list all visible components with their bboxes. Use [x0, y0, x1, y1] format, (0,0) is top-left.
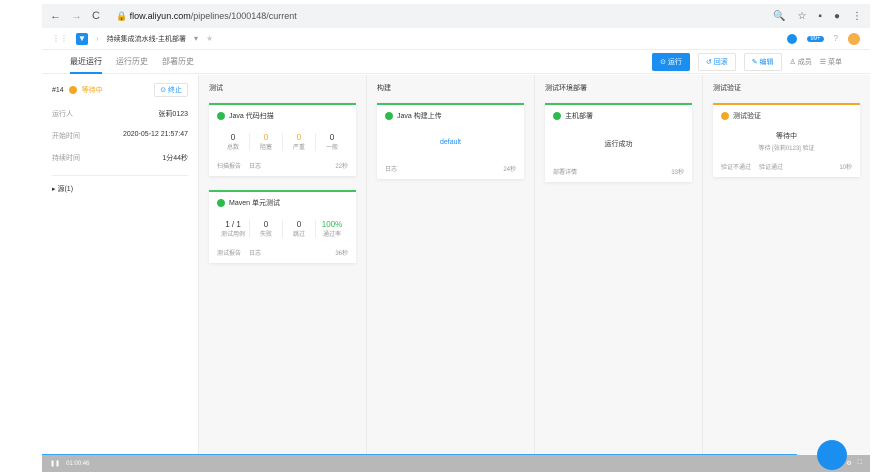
pause-icon[interactable]: ❚❚	[50, 460, 60, 467]
app-frame: ← → C 🔒 flow.aliyun.com/pipelines/100014…	[42, 0, 870, 472]
extension-icon[interactable]: ▪	[818, 11, 822, 22]
job-card[interactable]: 主机部署 运行成功 部署详情 33秒	[545, 103, 692, 182]
pipeline-stages: 测试 Java 代码扫描 0 总数 0 阻塞 0 严重 0 一般 扫描报告 日志 22秒 M…	[198, 75, 870, 455]
address-bar[interactable]: 🔒 flow.aliyun.com/pipelines/1000148/curr…	[116, 11, 297, 22]
tab-deploy-history[interactable]: 部署历史	[162, 50, 194, 74]
duration-label: 持续时间	[52, 155, 80, 162]
start-label: 开始时间	[52, 133, 80, 140]
profile-icon[interactable]: ●	[834, 11, 840, 22]
forward-icon[interactable]: →	[71, 10, 82, 22]
chevron-down-icon[interactable]: ▾	[194, 34, 198, 43]
help-icon[interactable]: ?	[834, 34, 838, 43]
fullscreen-icon[interactable]: ⛶	[858, 460, 862, 467]
success-icon	[553, 112, 561, 120]
success-icon	[385, 112, 393, 120]
scan-report-link[interactable]: 扫描报告	[217, 161, 241, 170]
run-button[interactable]: ⊙ 运行	[652, 52, 690, 71]
job-result: 运行成功	[604, 141, 633, 148]
add-icon[interactable]	[787, 33, 798, 44]
rollback-button[interactable]: ↺ 回滚	[697, 52, 736, 71]
feedback-fab[interactable]	[817, 440, 847, 470]
zoom-icon[interactable]: 🔍	[773, 11, 785, 22]
menu-button[interactable]: ☰ 菜单	[820, 57, 842, 67]
run-status: 等待中	[81, 87, 103, 94]
pipeline-name[interactable]: 持续集成流水线-主机部署	[107, 34, 186, 44]
edit-button[interactable]: ✎ 编辑	[743, 52, 782, 71]
stage-title: 测试	[209, 85, 223, 92]
tab-recent-run[interactable]: 最近运行	[70, 50, 102, 74]
deploy-detail-link[interactable]: 部署详情	[553, 167, 577, 176]
job-card[interactable]: Java 构建上传 default 日志 24秒	[377, 103, 524, 179]
log-link[interactable]: 日志	[385, 164, 397, 173]
reject-button[interactable]: 验证不通过	[721, 162, 751, 171]
video-time: 01:00:46	[66, 460, 90, 467]
job-card[interactable]: Java 代码扫描 0 总数 0 阻塞 0 严重 0 一般 扫描报告 日志 22秒	[209, 103, 356, 176]
favorite-star-icon[interactable]: ★	[206, 34, 213, 43]
runner-label: 运行人	[52, 111, 73, 118]
stage-deploy: 测试环境部署 主机部署 运行成功 部署详情 33秒	[534, 75, 702, 455]
run-info-panel: #14 等待中 ⊙ 终止 运行人 张莉0123 开始时间 2020-05-12 21…	[42, 75, 198, 455]
video-player-bar: ❚❚ 01:00:46 🔈 ⚙ ⛶	[42, 455, 870, 472]
stage-verify: 测试验证 测试验证 等待中 等待 [张莉0123] 验证 验证不通过 验证通过 10秒	[702, 75, 870, 455]
run-number: #14	[52, 86, 64, 94]
stage-build: 构建 Java 构建上传 default 日志 24秒	[366, 75, 534, 455]
stage-title: 测试验证	[713, 85, 741, 92]
source-toggle[interactable]: ▸ 源(1)	[52, 175, 188, 194]
app-header: ⋮⋮ ▼ › 持续集成流水线-主机部署 ▾ ★ 99+ ?	[42, 28, 870, 50]
tab-bar: 最近运行 运行历史 部署历史 ⊙ 运行 ↺ 回滚 ✎ 编辑 ♙ 成员 ☰ 菜单	[42, 50, 870, 74]
test-report-link[interactable]: 测试报告	[217, 248, 241, 257]
log-link[interactable]: 日志	[249, 161, 261, 170]
success-icon	[217, 112, 225, 120]
approve-button[interactable]: 验证通过	[759, 162, 783, 171]
waiting-icon	[721, 112, 729, 120]
log-link[interactable]: 日志	[249, 248, 261, 257]
back-icon[interactable]: ←	[50, 10, 61, 22]
members-button[interactable]: ♙ 成员	[790, 57, 812, 67]
job-card[interactable]: 测试验证 等待中 等待 [张莉0123] 验证 验证不通过 验证通过 10秒	[713, 103, 860, 177]
star-icon[interactable]: ☆	[797, 11, 806, 22]
duration-value: 1分44秒	[162, 155, 188, 162]
settings-icon[interactable]: ⚙	[846, 460, 851, 467]
job-card[interactable]: Maven 单元测试 1 / 1 测试用例 0 失败 0 跳过 100% 通过率 测试报…	[209, 190, 356, 263]
avatar[interactable]	[848, 32, 860, 45]
start-value: 2020-05-12 21:57:47	[123, 131, 188, 138]
stage-title: 构建	[377, 85, 391, 92]
more-icon[interactable]: ⋮	[852, 11, 862, 22]
success-icon	[217, 199, 225, 207]
logo-icon[interactable]: ▼	[76, 32, 88, 45]
browser-toolbar: ← → C 🔒 flow.aliyun.com/pipelines/100014…	[42, 4, 870, 28]
waiting-icon	[68, 86, 77, 94]
apps-grid-icon[interactable]: ⋮⋮	[52, 34, 68, 43]
stop-button[interactable]: ⊙ 终止	[154, 83, 188, 97]
tab-run-history[interactable]: 运行历史	[116, 50, 148, 74]
notification-badge[interactable]: 99+	[807, 35, 824, 42]
stage-test: 测试 Java 代码扫描 0 总数 0 阻塞 0 严重 0 一般 扫描报告 日志 22秒 M…	[198, 75, 366, 455]
reload-icon[interactable]: C	[92, 10, 100, 22]
artifact-link[interactable]: default	[385, 121, 516, 164]
runner-value: 张莉0123	[158, 111, 188, 118]
stage-title: 测试环境部署	[545, 85, 587, 92]
